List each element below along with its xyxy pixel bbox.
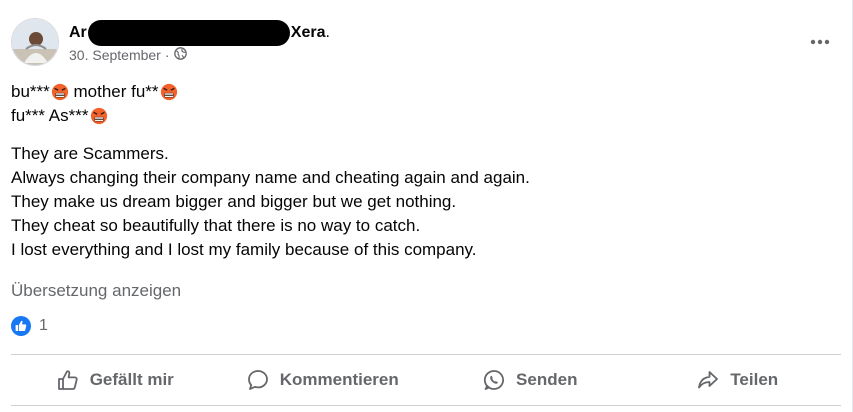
send-label: Senden — [516, 370, 578, 389]
send-button[interactable]: Senden — [426, 356, 634, 404]
post-line: They are Scammers. — [11, 144, 169, 163]
post-paragraph: They are Scammers. Always changing their… — [11, 142, 530, 262]
divider — [11, 405, 841, 406]
comment-bubble-icon — [247, 370, 268, 390]
enraged-face-emoji — [51, 83, 68, 101]
redaction-bar — [87, 20, 290, 46]
share-label: Teilen — [730, 370, 779, 389]
post-text: fu*** As*** — [11, 106, 89, 125]
post-card: Ar Xera . 30. September · bu*** mother f… — [0, 0, 853, 412]
author-name-suffix[interactable]: Xera — [291, 24, 326, 42]
post-line: fu*** As*** — [11, 104, 530, 128]
more-dots-icon — [810, 39, 830, 45]
enraged-face-emoji — [160, 83, 177, 101]
meta-separator: · — [164, 47, 170, 63]
author-name-trailing: . — [325, 24, 330, 41]
post-line: They cheat so beautifully that there is … — [11, 216, 421, 235]
avatar[interactable] — [11, 18, 59, 66]
more-options-button[interactable] — [808, 30, 832, 54]
post-line: They make us dream bigger and bigger but… — [11, 192, 457, 211]
comment-label: Kommentieren — [279, 370, 399, 389]
thumbs-up-icon — [57, 370, 78, 390]
like-button[interactable]: Gefällt mir — [11, 356, 219, 404]
show-translation-link[interactable]: Übersetzung anzeigen — [11, 281, 181, 301]
whatsapp-icon — [483, 370, 505, 390]
post-text: bu*** — [11, 82, 50, 101]
post-line: I lost everything and I lost my family b… — [11, 240, 477, 259]
comment-button[interactable]: Kommentieren — [219, 356, 427, 404]
post-date[interactable]: 30. September — [69, 47, 161, 63]
post-header: Ar Xera . 30. September · — [11, 18, 330, 66]
author-name[interactable]: Ar Xera . — [69, 20, 330, 46]
share-button[interactable]: Teilen — [634, 356, 842, 404]
post-line: bu*** mother fu** — [11, 80, 530, 104]
action-bar: Gefällt mir Kommentieren Senden Teilen — [11, 356, 841, 404]
post-date-row: 30. September · — [69, 47, 330, 63]
globe-icon[interactable] — [173, 47, 187, 63]
post-meta: Ar Xera . 30. September · — [69, 20, 330, 63]
post-text: mother fu** — [68, 82, 159, 101]
share-arrow-icon — [698, 371, 719, 389]
enraged-face-emoji — [90, 107, 107, 125]
reaction-summary[interactable]: 1 — [11, 316, 48, 336]
post-body: bu*** mother fu** fu*** As*** They are S… — [11, 80, 530, 262]
like-label: Gefällt mir — [89, 370, 174, 389]
post-line: Always changing their company name and c… — [11, 168, 530, 187]
like-reaction-icon — [11, 316, 31, 336]
reaction-count: 1 — [39, 317, 48, 334]
divider — [11, 354, 841, 355]
author-name-prefix[interactable]: Ar — [69, 24, 87, 42]
